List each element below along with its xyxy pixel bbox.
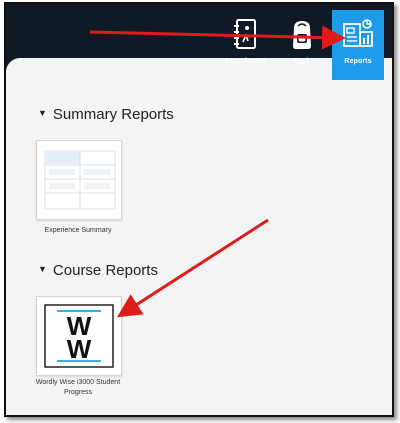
ww-logo-text-bottom: W bbox=[67, 334, 92, 364]
nav-pack[interactable]: Pack bbox=[274, 12, 330, 72]
experience-summary-caption: Experience Summary bbox=[44, 227, 112, 234]
reports-icon bbox=[343, 19, 373, 47]
table-thumbnail bbox=[44, 150, 116, 210]
wordly-wise-card[interactable]: W W bbox=[36, 296, 122, 376]
nav-reports[interactable]: Reports bbox=[332, 10, 384, 80]
summary-reports-title: Summary Reports bbox=[52, 106, 174, 123]
nav-pack-label: Pack bbox=[293, 58, 311, 65]
app-window: Experiences Pack Reports ▼ Summary Report… bbox=[4, 2, 394, 417]
course-reports-heading[interactable]: ▼ Course Reports bbox=[38, 262, 158, 279]
nav-reports-label: Reports bbox=[344, 58, 372, 65]
chevron-down-icon: ▼ bbox=[38, 108, 47, 119]
experience-summary-card[interactable] bbox=[36, 140, 122, 220]
chevron-down-icon: ▼ bbox=[38, 264, 47, 275]
course-reports-title: Course Reports bbox=[52, 262, 158, 279]
journal-icon bbox=[234, 19, 256, 49]
ww-logo: W W bbox=[44, 304, 114, 368]
backpack-icon bbox=[293, 21, 311, 49]
content-corner bbox=[6, 58, 20, 72]
nav-experiences[interactable]: Experiences bbox=[218, 12, 274, 72]
summary-reports-heading[interactable]: ▼ Summary Reports bbox=[38, 106, 174, 123]
wordly-wise-caption: Wordly Wise i3000 Student Progress bbox=[35, 379, 121, 396]
nav-experiences-label: Experiences bbox=[224, 58, 268, 65]
